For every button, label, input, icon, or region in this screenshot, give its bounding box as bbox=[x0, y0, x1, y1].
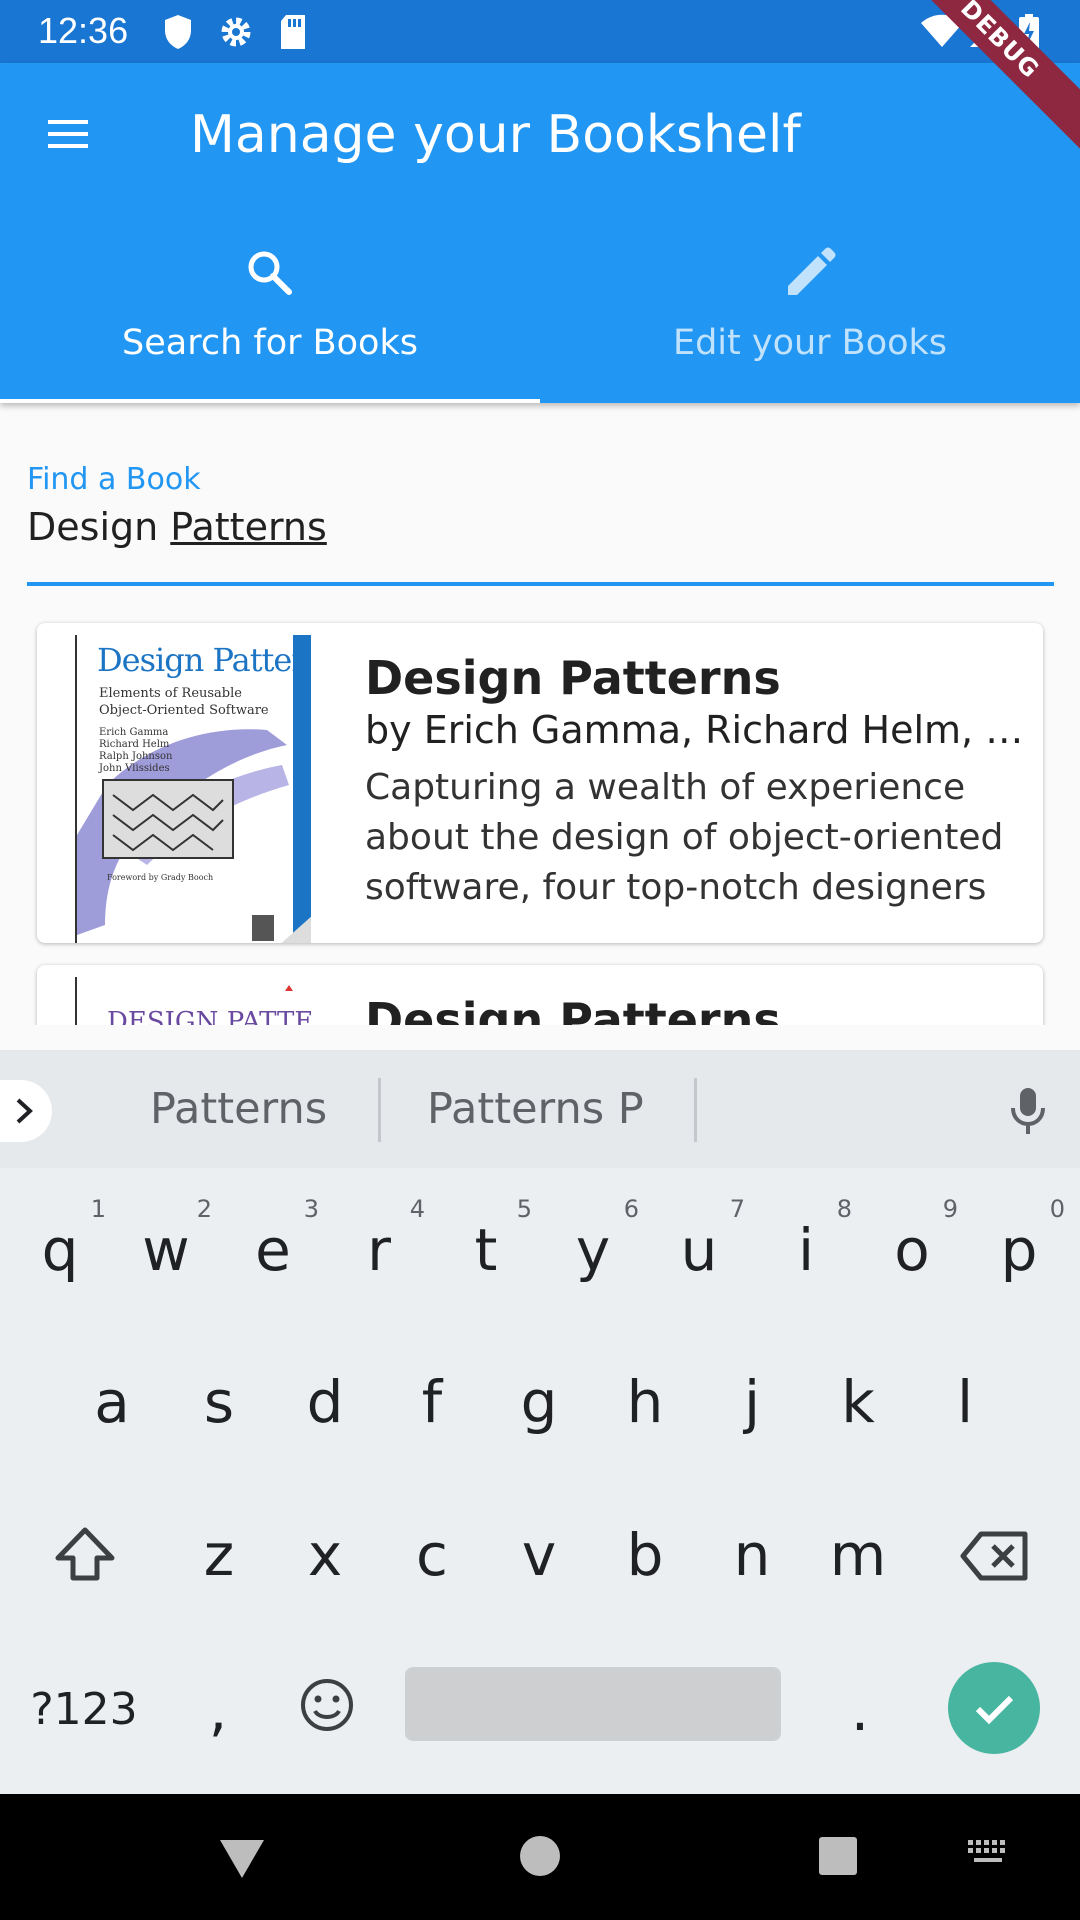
key-f[interactable]: f bbox=[384, 1367, 480, 1437]
suggestion-divider bbox=[378, 1078, 381, 1142]
key-c[interactable]: c bbox=[384, 1520, 480, 1590]
done-key[interactable] bbox=[948, 1662, 1040, 1754]
cover-author-3: Ralph Johnson bbox=[99, 751, 173, 762]
space-key[interactable] bbox=[405, 1667, 781, 1741]
search-icon bbox=[248, 251, 292, 295]
search-input[interactable]: Design Patterns bbox=[27, 505, 327, 549]
keyboard-switch-icon[interactable] bbox=[964, 1834, 1014, 1874]
key-t[interactable]: t5 bbox=[438, 1195, 534, 1285]
book-title: Design Patterns ... bbox=[365, 993, 850, 1025]
search-text-plain: Design bbox=[27, 505, 171, 549]
cover-title: DESIGN PATTERNS bbox=[107, 1007, 311, 1025]
period-key[interactable]: . bbox=[812, 1675, 908, 1745]
menu-button[interactable] bbox=[38, 103, 108, 163]
shift-icon bbox=[55, 1527, 115, 1581]
tab-label: Edit your Books bbox=[672, 323, 948, 363]
key-e[interactable]: e3 bbox=[225, 1195, 321, 1285]
key-x[interactable]: x bbox=[277, 1520, 373, 1590]
book-description-text: Capturing a wealth of experience about t… bbox=[365, 767, 1004, 908]
key-s[interactable]: s bbox=[171, 1367, 267, 1437]
key-a[interactable]: a bbox=[64, 1367, 160, 1437]
book-description: Capturing a wealth of experience about t… bbox=[365, 763, 1031, 913]
key-o[interactable]: o9 bbox=[864, 1195, 960, 1285]
shield-icon bbox=[165, 15, 191, 49]
emoji-key[interactable] bbox=[292, 1675, 362, 1745]
menu-icon bbox=[48, 120, 88, 148]
expand-suggestions-button[interactable] bbox=[0, 1080, 52, 1142]
cover-author-4: John Vlissides bbox=[99, 763, 170, 774]
book-title: Design Patterns bbox=[365, 651, 781, 705]
results-list[interactable]: Design Patterns Elements of Reusable Obj… bbox=[0, 610, 1080, 1025]
symbols-key[interactable]: ?123 bbox=[24, 1675, 144, 1745]
tab-label: Search for Books bbox=[122, 323, 418, 363]
cover-foreword: Foreword by Grady Booch bbox=[107, 873, 214, 882]
key-h[interactable]: h bbox=[597, 1367, 693, 1437]
shift-key[interactable] bbox=[40, 1520, 130, 1590]
key-l[interactable]: l bbox=[917, 1367, 1013, 1437]
search-underline bbox=[27, 582, 1054, 586]
key-d[interactable]: d bbox=[277, 1367, 373, 1437]
comma-key[interactable]: , bbox=[170, 1675, 266, 1745]
search-text-composing: Patterns bbox=[170, 505, 327, 549]
book-authors: by Erich Gamma, Richard Helm, Ralph John… bbox=[365, 708, 1025, 752]
suggestion-1[interactable]: Patterns bbox=[150, 1084, 327, 1134]
tab-indicator bbox=[0, 399, 540, 403]
key-p[interactable]: p0 bbox=[971, 1195, 1067, 1285]
app-bar: Manage your Bookshelf Search for Books E… bbox=[0, 63, 1080, 403]
book-card[interactable]: DESIGN PATTERNS Design Patterns ... bbox=[37, 965, 1043, 1025]
key-y[interactable]: y6 bbox=[545, 1195, 641, 1285]
microphone-icon[interactable] bbox=[1005, 1086, 1051, 1136]
tab-search-for-books[interactable]: Search for Books bbox=[0, 213, 540, 403]
backspace-icon bbox=[960, 1531, 1028, 1581]
navigation-bar bbox=[0, 1794, 1080, 1920]
tab-edit-your-books[interactable]: Edit your Books bbox=[540, 213, 1080, 403]
key-k[interactable]: k bbox=[810, 1367, 906, 1437]
backspace-key[interactable] bbox=[955, 1528, 1035, 1588]
key-m[interactable]: m bbox=[810, 1520, 906, 1590]
cover-author-2: Richard Helm bbox=[99, 739, 170, 750]
cover-title: Design Patterns bbox=[97, 641, 311, 679]
home-icon[interactable] bbox=[512, 1828, 568, 1884]
gear-icon bbox=[221, 17, 251, 47]
check-icon bbox=[975, 1695, 1014, 1725]
emoji-icon bbox=[301, 1679, 353, 1731]
key-i[interactable]: i8 bbox=[758, 1195, 854, 1285]
cover-author-1: Erich Gamma bbox=[99, 727, 169, 738]
key-n[interactable]: n bbox=[704, 1520, 800, 1590]
key-v[interactable]: v bbox=[491, 1520, 587, 1590]
search-label: Find a Book bbox=[27, 462, 201, 497]
book-cover-image: DESIGN PATTERNS bbox=[75, 977, 311, 1025]
sd-card-icon bbox=[281, 15, 305, 49]
book-cover-image: Design Patterns Elements of Reusable Obj… bbox=[75, 635, 311, 943]
key-g[interactable]: g bbox=[491, 1367, 587, 1437]
key-b[interactable]: b bbox=[597, 1520, 693, 1590]
app-title: Manage your Bookshelf bbox=[190, 105, 801, 165]
key-z[interactable]: z bbox=[171, 1520, 267, 1590]
key-w[interactable]: w2 bbox=[118, 1195, 214, 1285]
book-card[interactable]: Design Patterns Elements of Reusable Obj… bbox=[37, 623, 1043, 943]
pencil-icon bbox=[788, 247, 836, 295]
suggestion-bar: Patterns Patterns P bbox=[0, 1050, 1080, 1168]
key-j[interactable]: j bbox=[704, 1367, 800, 1437]
chevron-right-icon bbox=[16, 1098, 33, 1124]
status-time: 12:36 bbox=[38, 10, 129, 51]
key-q[interactable]: q1 bbox=[12, 1195, 108, 1285]
status-bar: 12:36 bbox=[0, 0, 1080, 63]
key-r[interactable]: r4 bbox=[331, 1195, 427, 1285]
back-icon[interactable] bbox=[214, 1828, 270, 1884]
soft-keyboard: Patterns Patterns P q1 w2 e3 r4 t5 y6 u7… bbox=[0, 1050, 1080, 1794]
recents-icon[interactable] bbox=[810, 1828, 866, 1884]
key-u[interactable]: u7 bbox=[651, 1195, 747, 1285]
suggestion-divider bbox=[694, 1078, 697, 1142]
cover-subtitle: Elements of Reusable Object-Oriented Sof… bbox=[99, 686, 269, 718]
suggestion-2[interactable]: Patterns P bbox=[427, 1084, 644, 1134]
cover-art bbox=[77, 635, 311, 943]
